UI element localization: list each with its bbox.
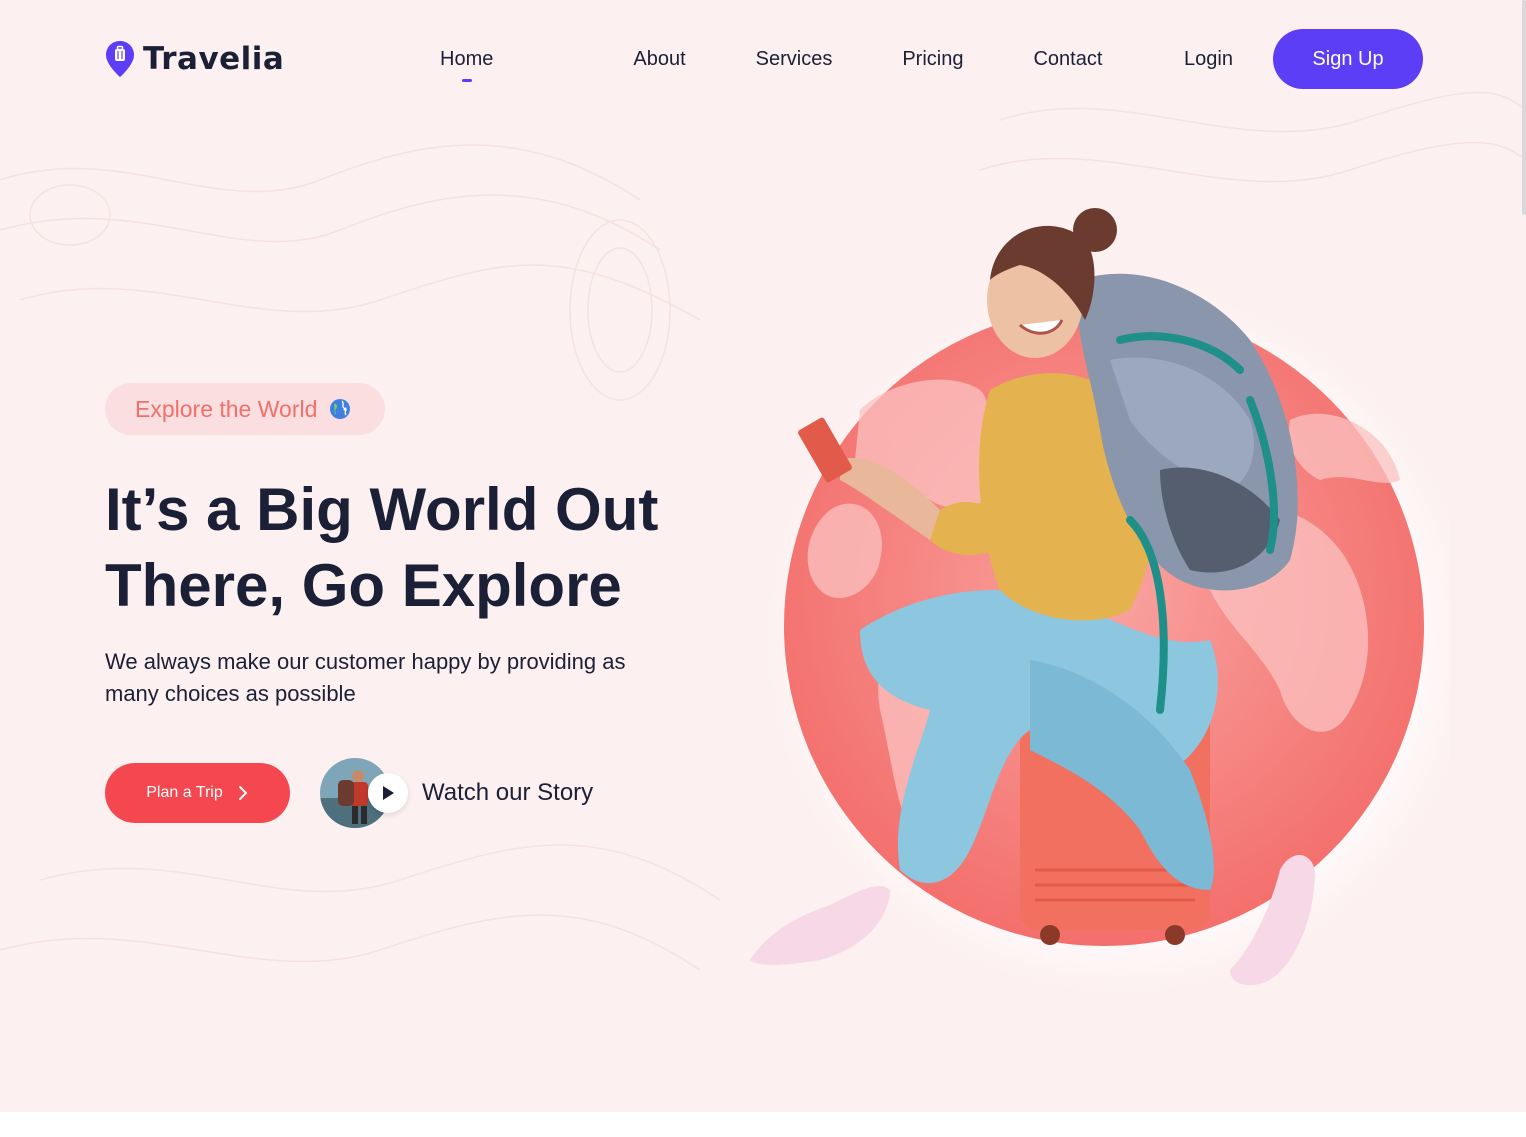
nav-label: Home xyxy=(440,48,494,70)
brand-logo[interactable]: Travelia xyxy=(105,40,284,78)
nav-link-services[interactable]: Services xyxy=(756,48,833,71)
headline-line-1: It’s a Big World Out xyxy=(105,476,659,543)
nav-label: Contact xyxy=(1033,48,1103,70)
explore-badge: Explore the World xyxy=(105,383,385,435)
main-nav: Home About Services Pricing Contact xyxy=(440,48,1102,82)
watch-story-link[interactable]: Watch our Story xyxy=(320,758,593,828)
chevron-right-icon xyxy=(238,786,247,800)
nav-link-contact[interactable]: Contact xyxy=(1033,48,1102,71)
plan-trip-label: Plan a Trip xyxy=(146,784,223,801)
nav-label: Services xyxy=(755,48,833,70)
globe-icon xyxy=(330,399,351,419)
nav-label: About xyxy=(633,48,686,70)
hero-headline: It’s a Big World Out There, Go Explore xyxy=(105,472,658,624)
active-indicator xyxy=(461,79,472,82)
play-icon xyxy=(383,786,394,800)
signup-button[interactable]: Sign Up xyxy=(1273,29,1423,89)
nav-label: Pricing xyxy=(902,48,964,70)
plan-trip-button[interactable]: Plan a Trip xyxy=(105,763,290,823)
landing-page: Travelia Home About Services Pricing Con… xyxy=(0,0,1526,1112)
hero-subtext: We always make our customer happy by pro… xyxy=(105,649,626,706)
brand-name: Travelia xyxy=(143,41,285,77)
nav-link-home[interactable]: Home xyxy=(440,48,494,82)
nav-link-about[interactable]: About xyxy=(633,48,685,71)
watch-story-label: Watch our Story xyxy=(422,779,594,806)
nav-link-pricing[interactable]: Pricing xyxy=(902,48,963,71)
scrollbar-thumb[interactable] xyxy=(1522,0,1526,215)
badge-label: Explore the World xyxy=(135,395,318,422)
login-link[interactable]: Login xyxy=(1184,48,1233,71)
hero-illustration xyxy=(750,208,1450,986)
play-button[interactable] xyxy=(368,773,408,813)
location-pin-icon xyxy=(106,41,134,77)
headline-line-2: There, Go Explore xyxy=(105,552,622,619)
